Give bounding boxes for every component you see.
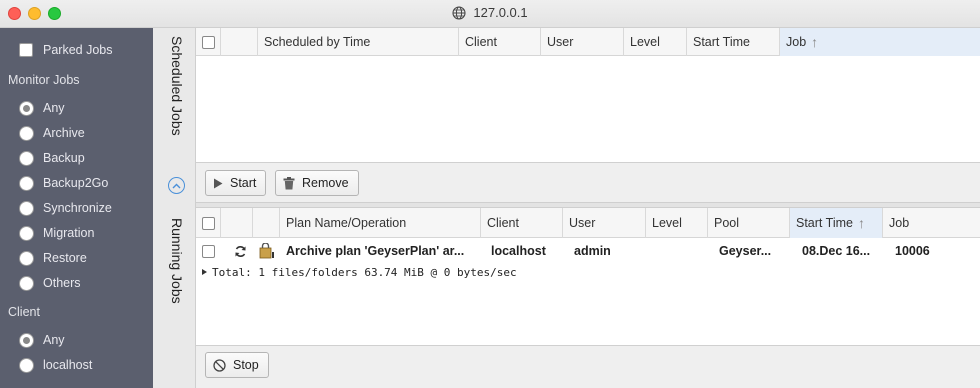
remove-button[interactable]: Remove (275, 170, 359, 196)
col-scheduled-by-time[interactable]: Scheduled by Time (258, 28, 459, 56)
select-all-checkbox[interactable] (202, 35, 215, 49)
client-heading: Client (8, 305, 40, 319)
monitor-option-label: Restore (43, 251, 87, 265)
stop-button[interactable]: Stop (205, 352, 269, 378)
monitor-option-synchronize[interactable]: Synchronize (19, 198, 112, 218)
col-start-time[interactable]: Start Time (687, 28, 780, 56)
stop-button-label: Stop (233, 358, 259, 372)
sidebar: Parked Jobs Monitor Jobs Any Archive Backu… (0, 28, 153, 388)
col-user[interactable]: User (541, 28, 624, 56)
scheduled-select-all[interactable] (196, 28, 221, 56)
radio-button[interactable] (19, 332, 34, 348)
radio-button[interactable] (19, 357, 34, 373)
radio-button[interactable] (19, 150, 34, 166)
row-level (646, 239, 708, 263)
row-client: localhost (491, 244, 546, 258)
col-plan-name[interactable]: Plan Name/Operation (280, 208, 481, 238)
col-job-label: Job (786, 35, 807, 49)
col-running-client[interactable]: Client (481, 208, 563, 238)
globe-icon (452, 6, 466, 23)
start-button[interactable]: Start (205, 170, 267, 196)
monitor-option-archive[interactable]: Archive (19, 123, 85, 143)
monitor-option-label: Others (43, 276, 81, 290)
row-plan-name: Archive plan 'GeyserPlan' ar... (286, 244, 465, 258)
running-jobs-panel: Plan Name/Operation Client User Level Po… (196, 208, 980, 388)
running-select-all-checkbox[interactable] (202, 216, 215, 230)
stop-icon (213, 358, 226, 372)
monitor-option-label: Synchronize (43, 201, 112, 215)
row-user: admin (574, 244, 611, 258)
running-table-header: Plan Name/Operation Client User Level Po… (196, 208, 980, 238)
play-icon (213, 178, 223, 189)
monitor-jobs-heading: Monitor Jobs (8, 73, 80, 87)
col-level[interactable]: Level (624, 28, 687, 56)
radio-button[interactable] (19, 250, 34, 266)
radio-button[interactable] (19, 100, 34, 116)
expand-triangle-icon[interactable] (202, 269, 207, 275)
client-option-localhost[interactable]: localhost (19, 355, 92, 375)
collapse-chevron-icon[interactable] (168, 177, 185, 194)
radio-button[interactable] (19, 225, 34, 241)
col-job-sorted[interactable]: Job ↑ (780, 28, 980, 56)
monitor-option-label: Backup (43, 151, 85, 165)
scheduled-jobs-panel: Scheduled by Time Client User Level Star… (196, 28, 980, 202)
remove-button-label: Remove (302, 176, 349, 190)
job-detail-line: Total: 1 files/folders 63.74 MiB @ 0 byt… (202, 265, 517, 279)
col-running-user[interactable]: User (563, 208, 646, 238)
running-icon-column[interactable] (253, 208, 280, 238)
running-select-all[interactable] (196, 208, 221, 238)
running-toolbar: Stop (196, 345, 980, 388)
start-button-label: Start (230, 176, 257, 190)
tab-scheduled-jobs[interactable]: Scheduled Jobs (163, 36, 185, 136)
monitor-option-restore[interactable]: Restore (19, 248, 87, 268)
client-option-label: Any (43, 333, 65, 347)
sort-ascending-icon: ↑ (811, 34, 819, 50)
row-job: 10006 (895, 244, 930, 258)
monitor-option-label: Any (43, 101, 65, 115)
scheduled-table-header: Scheduled by Time Client User Level Star… (196, 28, 980, 56)
monitor-option-label: Migration (43, 226, 95, 240)
parked-jobs-toggle[interactable]: Parked Jobs (19, 40, 112, 60)
parked-jobs-checkbox[interactable] (19, 43, 33, 57)
col-pool[interactable]: Pool (708, 208, 790, 238)
radio-button[interactable] (19, 200, 34, 216)
monitor-option-migration[interactable]: Migration (19, 223, 94, 243)
client-option-label: localhost (43, 358, 93, 372)
running-refresh-column[interactable] (221, 208, 253, 238)
sort-ascending-icon: ↑ (857, 215, 865, 231)
col-client[interactable]: Client (459, 28, 541, 56)
monitor-option-backup[interactable]: Backup (19, 148, 85, 168)
title-bar: 127.0.0.1 (0, 0, 980, 28)
table-row[interactable]: Archive plan 'GeyserPlan' ar... localhos… (196, 239, 980, 263)
scheduled-icon-column[interactable] (221, 28, 258, 56)
radio-button[interactable] (19, 125, 34, 141)
client-option-any[interactable]: Any (19, 330, 65, 350)
col-running-level[interactable]: Level (646, 208, 708, 238)
radio-button[interactable] (19, 175, 34, 191)
scheduled-toolbar: Start Remove (196, 162, 980, 202)
col-running-start-time-label: Start Time (796, 216, 853, 230)
monitor-option-others[interactable]: Others (19, 273, 81, 293)
row-start-time: 08.Dec 16... (802, 244, 871, 258)
window-title: 127.0.0.1 (473, 5, 528, 20)
row-checkbox-cell[interactable] (196, 239, 221, 263)
archive-lock-icon (252, 239, 278, 263)
row-checkbox[interactable] (202, 244, 215, 258)
window-title-wrap: 127.0.0.1 (0, 5, 980, 23)
monitor-option-any[interactable]: Any (19, 98, 65, 118)
tab-running-jobs[interactable]: Running Jobs (163, 218, 185, 304)
refresh-icon[interactable] (228, 239, 250, 263)
col-running-start-time-sorted[interactable]: Start Time ↑ (790, 208, 883, 238)
trash-icon (283, 176, 295, 190)
col-running-job[interactable]: Job (883, 208, 980, 238)
monitor-option-backup2go[interactable]: Backup2Go (19, 173, 108, 193)
parked-jobs-label: Parked Jobs (43, 43, 113, 57)
row-pool: Geyser... (719, 244, 772, 258)
monitor-option-label: Backup2Go (43, 176, 109, 190)
vertical-tab-strip: Scheduled Jobs Running Jobs (153, 28, 196, 388)
monitor-option-label: Archive (43, 126, 85, 140)
radio-button[interactable] (19, 275, 34, 291)
job-detail-text: Total: 1 files/folders 63.74 MiB @ 0 byt… (212, 265, 517, 279)
